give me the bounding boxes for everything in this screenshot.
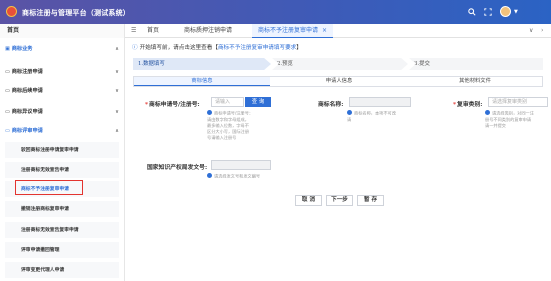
chevron-down-icon[interactable]: ▼ bbox=[514, 9, 518, 15]
chevron-down-icon: ∨ bbox=[115, 109, 120, 115]
chevron-up-icon: ∧ bbox=[115, 128, 120, 134]
sidebar-item-label: 商标注册申请 bbox=[11, 69, 43, 75]
reg-no-tip-line: 区分大小写，国际注册 bbox=[207, 128, 249, 134]
sidebar-subitem-invalidation[interactable]: 注册商标无效宣告申请 bbox=[5, 162, 119, 178]
sidebar-item-label: 商标异议申请 bbox=[11, 109, 43, 115]
step-preview: 2.预览 bbox=[272, 58, 408, 70]
reg-no-tip-line: 请由数字和字母组成， bbox=[207, 116, 249, 122]
progress-steps: 1.数据填写 2.预览 3.提交 bbox=[133, 58, 543, 70]
tab-refusal-review[interactable]: 商标不予注册复审申请 × bbox=[252, 24, 333, 38]
instructions-hint: ⓘ 开始填写前，请点击这里查看【商标不予注册复审申请填写要求】 bbox=[132, 43, 302, 51]
subtab-trademark-info[interactable]: 商标信息 bbox=[134, 77, 270, 86]
subtab-applicant-info[interactable]: 申请人信息 bbox=[271, 77, 407, 86]
info-icon bbox=[207, 110, 212, 115]
sidebar-subitem-revocation-review[interactable]: 撤销注册商标复审申请 bbox=[5, 201, 119, 217]
reg-no-label: *商标申请号/注册号: bbox=[145, 102, 200, 108]
chevron-down-icon: ∨ bbox=[115, 88, 120, 94]
reg-no-tip-line: 商标申请号/注册号： bbox=[214, 110, 254, 116]
reg-no-tip-line: 号请输入注册号 bbox=[207, 134, 237, 140]
sidebar-item-label: 商标后续申请 bbox=[11, 88, 43, 94]
class-tip-line: 请选择类别，对同一注 bbox=[492, 110, 534, 116]
sidebar: ▣ 商标业务 ∧ ▭ 商标注册申请 ∨ ▭ 商标后续申请 ∨ ▭ 商标异议申请 … bbox=[0, 38, 125, 281]
menu-icon[interactable]: ☰ bbox=[131, 24, 136, 38]
class-label-text: 复审类别: bbox=[457, 102, 483, 108]
class-tip-line: 册号不同类别的复审申请 bbox=[485, 116, 532, 122]
next-button[interactable]: 下一步 bbox=[326, 195, 353, 206]
class-select[interactable]: 请选择复审类别 bbox=[488, 97, 548, 107]
info-icon bbox=[207, 173, 212, 178]
tab-home[interactable]: 首页 bbox=[147, 24, 159, 38]
sidebar-item-registration[interactable]: ▭ 商标注册申请 ∨ bbox=[0, 66, 125, 79]
save-draft-button[interactable]: 暂 存 bbox=[357, 195, 384, 206]
fullscreen-icon[interactable] bbox=[484, 8, 492, 18]
avatar[interactable] bbox=[500, 6, 511, 17]
close-icon[interactable]: × bbox=[322, 27, 327, 34]
folder-icon: ▭ bbox=[5, 69, 12, 75]
name-input bbox=[349, 97, 411, 107]
sidebar-group-label: 商标业务 bbox=[11, 46, 33, 52]
sidebar-item-label: 商标评审申请 bbox=[11, 128, 43, 134]
chevron-up-icon: ∧ bbox=[115, 46, 120, 52]
ipo-doc-input[interactable] bbox=[211, 160, 271, 170]
class-tip: 请选择类别，对同一注 册号不同类别的复审申请 请一并提交 bbox=[485, 110, 534, 129]
chevron-down-icon: ∨ bbox=[115, 69, 120, 75]
sidebar-home-label[interactable]: 首页 bbox=[0, 24, 125, 38]
step-submit: 3.提交 bbox=[409, 58, 543, 70]
reg-no-tip-line: 最多输入位数，字母不 bbox=[207, 122, 249, 128]
folder-icon: ▭ bbox=[5, 88, 12, 94]
hint-suffix: 】 bbox=[296, 45, 302, 51]
query-button[interactable]: 查 询 bbox=[245, 97, 271, 107]
chevron-down-icon[interactable]: ∨ bbox=[529, 24, 533, 38]
cancel-button[interactable]: 取 消 bbox=[295, 195, 322, 206]
subtab-other-files[interactable]: 其他材料文件 bbox=[408, 77, 542, 86]
tab-refusal-review-label: 商标不予注册复审申请 bbox=[258, 27, 319, 34]
ipo-doc-tip: 请选择发文号和发文编号 bbox=[207, 173, 260, 180]
reg-no-tip: 商标申请号/注册号： 请由数字和字母组成， 最多输入位数，字母不 区分大小写，国… bbox=[207, 110, 253, 141]
ipo-doc-label: 国家知识产权局发文号: bbox=[147, 165, 208, 171]
highlight-box bbox=[15, 180, 83, 195]
hint-prefix: 开始填写前，请点击这里查看【 bbox=[139, 45, 218, 51]
form-subtabs: 商标信息 申请人信息 其他材料文件 bbox=[133, 76, 543, 87]
top-bar: 商标注册与管理平台（测试系统） ▼ bbox=[0, 0, 551, 24]
folder-icon: ▭ bbox=[5, 128, 12, 134]
reg-no-label-text: 商标申请号/注册号: bbox=[149, 102, 200, 108]
app-title: 商标注册与管理平台（测试系统） bbox=[22, 8, 130, 17]
sidebar-item-followup[interactable]: ▭ 商标后续申请 ∨ bbox=[0, 85, 125, 98]
app-logo bbox=[6, 6, 17, 17]
class-tip-line: 请一并提交 bbox=[485, 122, 506, 128]
search-icon[interactable] bbox=[468, 8, 476, 18]
info-icon bbox=[485, 110, 490, 115]
name-label: 商标名称: bbox=[318, 102, 344, 108]
sidebar-subitem-reject-review[interactable]: 驳回商标注册申请复审申请 bbox=[5, 142, 119, 158]
name-tip-line: 商标名称，本项不可改 bbox=[354, 110, 396, 116]
trademark-business-icon: ▣ bbox=[5, 46, 10, 52]
sidebar-item-opposition[interactable]: ▭ 商标异议申请 ∨ bbox=[0, 106, 125, 119]
ipo-doc-tip-line: 请选择发文号和发文编号 bbox=[214, 173, 261, 179]
sidebar-item-review[interactable]: ▭ 商标评审申请 ∧ bbox=[0, 125, 125, 138]
name-tip-line: 请 bbox=[347, 116, 352, 122]
sidebar-subitem-change-agent[interactable]: 评审变更代理人申请 bbox=[5, 262, 119, 278]
info-icon bbox=[347, 110, 352, 115]
sidebar-subitem-invalidation-review[interactable]: 注册商标无效宣告复审申请 bbox=[5, 222, 119, 238]
tab-pledge-cancel[interactable]: 商标质押注销申请 bbox=[184, 24, 232, 38]
sidebar-group-trademark-business[interactable]: ▣ 商标业务 ∧ bbox=[0, 43, 125, 56]
requirements-link[interactable]: 商标不予注册复审申请填写要求 bbox=[218, 45, 296, 51]
chevron-right-icon[interactable]: › bbox=[541, 24, 543, 38]
reg-no-input[interactable]: 请输入 bbox=[211, 97, 244, 107]
sidebar-subitem-withdraw[interactable]: 评审申请撤回管理 bbox=[5, 242, 119, 258]
main-content: ⓘ 开始填写前，请点击这里查看【商标不予注册复审申请填写要求】 1.数据填写 2.… bbox=[125, 38, 551, 281]
name-tip: 商标名称，本项不可改 请 bbox=[347, 110, 396, 123]
step-data-entry: 1.数据填写 bbox=[133, 58, 271, 70]
info-icon: ⓘ bbox=[132, 45, 138, 51]
tab-bar: 首页 ☰ 首页 商标质押注销申请 商标不予注册复审申请 × ∨ › bbox=[0, 24, 551, 38]
class-label: *复审类别: bbox=[453, 102, 483, 108]
folder-icon: ▭ bbox=[5, 109, 12, 115]
